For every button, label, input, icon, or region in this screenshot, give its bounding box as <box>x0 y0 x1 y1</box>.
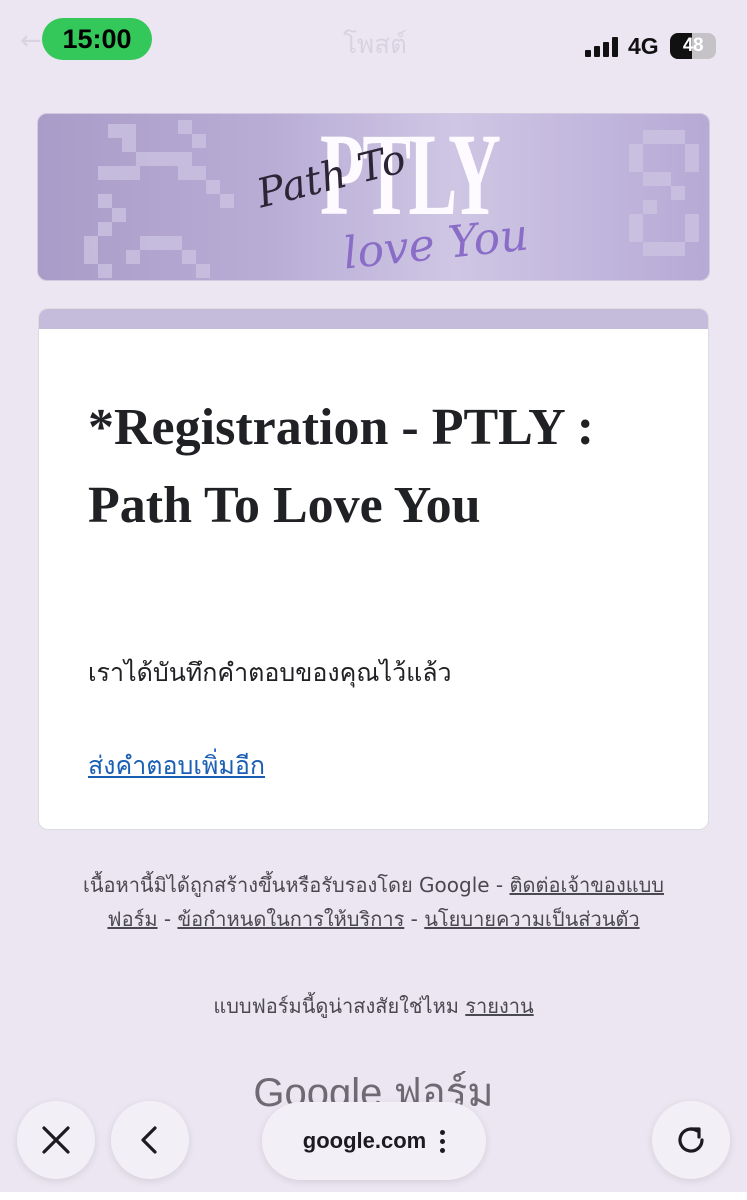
chevron-left-icon <box>141 1126 157 1154</box>
reload-icon <box>678 1127 704 1153</box>
reload-button[interactable] <box>652 1101 730 1179</box>
network-type: 4G <box>628 33 659 59</box>
bottom-edge <box>0 1192 747 1200</box>
suspicious-form-text: แบบฟอร์มนี้ดูน่าสงสัยใช่ไหม <box>213 994 459 1018</box>
terms-of-service-link[interactable]: ข้อกำหนดในการให้บริการ <box>177 907 404 931</box>
back-button[interactable] <box>111 1101 189 1179</box>
submit-another-response-link[interactable]: ส่งคำตอบเพิ่มอีก <box>88 746 265 786</box>
footer-disclaimer: เนื้อหานี้มิได้ถูกสร้างขึ้นหรือรับรองโดย… <box>60 868 687 936</box>
back-arrow-icon: ← <box>20 26 42 56</box>
confirmation-card: *Registration - PTLY : Path To Love You … <box>38 308 709 830</box>
privacy-policy-link[interactable]: นโยบายความเป็นส่วนตัว <box>424 907 639 931</box>
status-time: 15:00 <box>42 18 152 60</box>
footer-separator: - <box>163 907 172 931</box>
close-tab-button[interactable] <box>17 1101 95 1179</box>
card-accent-bar <box>39 309 708 329</box>
battery-icon: 48 <box>670 33 716 59</box>
footer-separator: - <box>410 907 418 931</box>
address-bar[interactable]: google.com <box>262 1102 486 1180</box>
page-title: โพสต์ <box>343 30 407 60</box>
confirmation-message: เราได้บันทึกคำตอบของคุณไว้แล้ว <box>88 658 452 687</box>
url-text: google.com <box>302 1128 427 1153</box>
battery-level: 48 <box>682 35 704 56</box>
form-title: *Registration - PTLY : Path To Love You <box>88 399 595 534</box>
report-abuse-line: แบบฟอร์มนี้ดูน่าสงสัยใช่ไหม รายงาน <box>60 990 687 1022</box>
disclaimer-text: เนื้อหานี้มิได้ถูกสร้างขึ้นหรือรับรองโดย… <box>82 873 504 897</box>
status-bar: ← 15:00 โพสต์ 4G 48 <box>0 0 747 80</box>
cell-signal-icon <box>585 37 619 57</box>
close-icon <box>42 1126 70 1154</box>
form-header-banner: PTLY Path To love You <box>37 113 710 281</box>
more-options-icon[interactable] <box>440 1129 446 1153</box>
report-link[interactable]: รายงาน <box>465 994 533 1018</box>
